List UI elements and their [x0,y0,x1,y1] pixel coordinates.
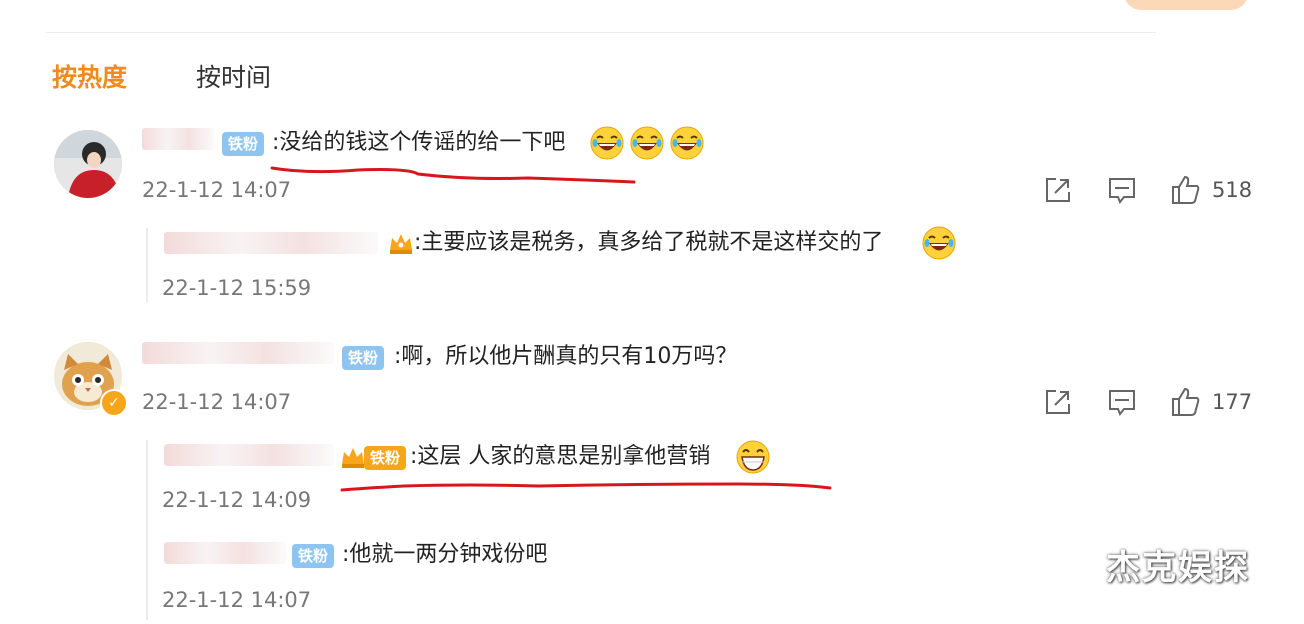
laughing-emoji-icon [922,226,956,260]
avatar[interactable] [54,130,122,198]
top-action-button[interactable] [1124,0,1248,10]
fan-crown-icon [342,448,364,468]
fan-badge: 铁粉 [364,446,407,470]
reply-thread-line [146,228,148,302]
fan-badge: 铁粉 [292,544,335,568]
divider [46,32,1156,33]
laughing-emoji-icon [670,126,704,160]
username-blurred[interactable] [164,542,286,564]
tab-sort-time[interactable]: 按时间 [196,60,271,96]
reply-time: 22-1-12 14:09 [162,488,312,512]
laughing-emoji-icon [590,126,624,160]
comment-time: 22-1-12 14:07 [142,390,292,414]
reply-time: 22-1-12 15:59 [162,276,312,300]
comment-time: 22-1-12 14:07 [142,178,292,202]
reply-text: :主要应该是税务，真多给了税就不是这样交的了 [414,230,884,255]
reply-time: 22-1-12 14:07 [162,588,312,612]
red-underline-annotation [270,166,636,184]
red-underline-annotation [340,482,832,492]
like-count: 177 [1212,390,1253,414]
username-blurred[interactable] [142,342,334,364]
reply-text: :这层 人家的意思是别拿他营销 [410,444,711,469]
comment-text: :没给的钱这个传谣的给一下吧 [272,130,566,155]
grin-emoji-icon [736,440,770,474]
fan-crown-icon [390,234,412,254]
comment-icon[interactable] [1106,174,1138,206]
like-count: 518 [1212,178,1253,202]
fan-badge: 铁粉 [342,346,385,370]
watermark: 杰克娱探 [1106,548,1250,588]
laughing-emoji-icon [630,126,664,160]
like-icon[interactable] [1170,174,1202,206]
share-icon[interactable] [1042,386,1074,418]
reply-thread-line [146,440,148,620]
comment-text: :啊，所以他片酬真的只有10万吗？ [394,344,738,369]
fan-badge: 铁粉 [222,132,265,156]
username-blurred[interactable] [164,444,334,466]
like-icon[interactable] [1170,386,1202,418]
tab-sort-hot[interactable]: 按热度 [52,60,127,96]
reply-text: :他就一两分钟戏份吧 [342,542,548,567]
username-blurred[interactable] [164,232,378,254]
username-blurred[interactable] [142,128,214,150]
comment-icon[interactable] [1106,386,1138,418]
verified-icon: ✓ [100,389,128,417]
share-icon[interactable] [1042,174,1074,206]
